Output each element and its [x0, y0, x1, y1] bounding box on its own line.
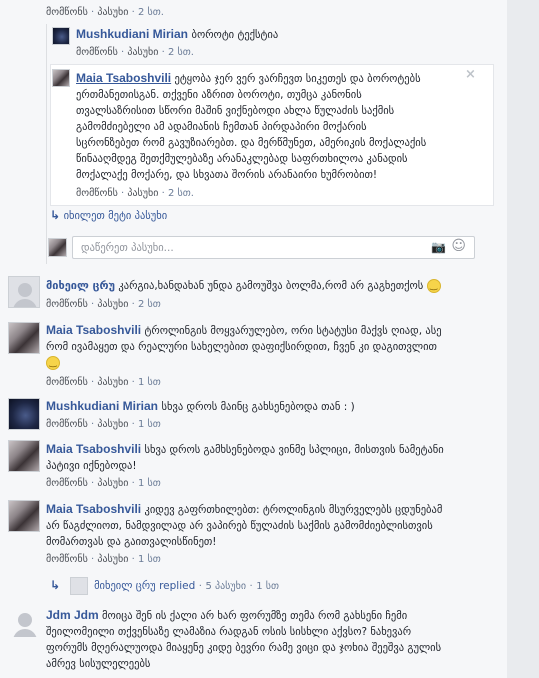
comment-2: Maia Tsaboshvili ტროლინგის მოყვარულებო, … [46, 322, 502, 371]
comment-author[interactable]: Maia Tsaboshvili [46, 502, 141, 516]
avatar[interactable] [8, 500, 40, 532]
comment-author[interactable]: Jdm Jdm [46, 608, 99, 622]
comment-text-line: არ წაგძლიოთ, ნამდვილად არ ვაპირებ წულაძი… [46, 520, 433, 532]
comment-4-meta: მომწონს · პასუხი · 1 სთ [46, 478, 161, 489]
avatar[interactable] [8, 398, 40, 430]
timestamp[interactable]: 1 სთ [138, 478, 161, 489]
reply-link[interactable]: პასუხი [97, 299, 128, 310]
reply-arrow-icon: ↳ [50, 208, 61, 222]
comment-5: Maia Tsaboshvili კიდევ გაფრთხილებთ: ტროლ… [46, 501, 502, 550]
thread-line [46, 24, 47, 264]
comment-author[interactable]: Maia Tsaboshvili [46, 323, 141, 337]
comment-text-line: ტროლინგის მოყვარულებო, ორი სტატუსი მაქვს… [144, 325, 442, 337]
avatar[interactable] [8, 606, 40, 638]
like-link[interactable]: მომწონს [46, 419, 88, 430]
timestamp[interactable]: 1 სთ [138, 377, 161, 388]
comment-author[interactable]: Maia Tsaboshvili [76, 71, 171, 85]
reply-2: Maia Tsaboshvili ეტყობა ჯერ ვერ ვარჩევთ … [76, 70, 460, 183]
reply-link[interactable]: პასუხი [127, 47, 158, 58]
comment-1-meta: მომწონს · პასუხი · 2 სთ [46, 299, 161, 310]
avatar[interactable] [52, 69, 70, 87]
comment-4: Maia Tsaboshvili სხვა დროს გამხსენებოდა … [46, 441, 502, 474]
reply-link[interactable]: პასუხი [97, 7, 128, 18]
close-icon[interactable]: × [465, 67, 476, 82]
smile-icon[interactable]: ☺ [451, 238, 466, 254]
comment-text-line: წინააღმდეგ შეთქმულებაზე არანაკლებად საფრ… [76, 153, 408, 165]
reply-link[interactable]: პასუხი [97, 419, 128, 430]
replies-summary[interactable]: ↳ მიხეილ ცრუ replied · 5 პასუხი · 1 სთ [50, 577, 279, 595]
comment-text-line: მოიცა შენ ის ქალი არ ხარ ფორუმზე თემა რო… [102, 610, 408, 622]
comment-author[interactable]: მიხეილ ცრუ [46, 279, 115, 292]
camera-icon[interactable]: 📷 [431, 240, 446, 254]
comment-1: მიხეილ ცრუ კარგია,ხანდახან უნდა გამოუშვა… [46, 278, 496, 294]
comment-text-line: მოქალაქე მოქარე, და სხვათა შორის არანაირ… [76, 169, 378, 181]
reply-link[interactable]: პასუხი [97, 478, 128, 489]
like-link[interactable]: მომწონს [46, 299, 88, 310]
comment-text: ბოროტი ტექსტია [191, 29, 279, 41]
comment-author[interactable]: Mushkudiani Mirian [46, 399, 158, 413]
like-link[interactable]: მომწონს [46, 554, 88, 565]
comment-text-line: თვალსაზრისით სწორი მაშინ ვიქნებოდი ახლა … [76, 105, 395, 117]
comment-3: Mushkudiani Mirian სხვა დროს მაინც გახსე… [46, 399, 355, 415]
comment-author[interactable]: Mushkudiani Mirian [76, 27, 188, 41]
comment-text-line: კიდევ გაფრთხილებთ: ტროლინგის მსურველებს … [144, 504, 443, 516]
timestamp[interactable]: 2 სთ. [138, 7, 164, 18]
like-link[interactable]: მომწონს [46, 7, 88, 18]
comment-text-line: მომართვას და გაითვალისწინეთ! [46, 536, 217, 548]
comment-text-line: ერთმანეთისგან. თქვენი აზრით ბოროტი, თუმც… [76, 89, 362, 101]
like-link[interactable]: მომწონს [76, 188, 118, 199]
comment-text-line: სცრონზებეთ რომ გავუზიარებთ. და მერწმუნეთ… [76, 137, 427, 149]
avatar [69, 577, 88, 595]
right-gutter [507, 0, 539, 678]
comment-text-line: ამრევ სისულელეებს [46, 658, 151, 670]
reply-arrow-icon: ↳ [50, 578, 61, 592]
more-replies-link[interactable]: ↳ იხილეთ მეტი პასუხი [50, 208, 167, 222]
like-link[interactable]: მომწონს [46, 478, 88, 489]
comment-2-meta: მომწონს · პასუხი · 1 სთ [46, 377, 161, 388]
reply-link[interactable]: პასუხი [97, 377, 128, 388]
comment-text-line: რომ ივამაყეთ და რეალური სახელებით დაფიქს… [46, 341, 437, 353]
comment-text-line: კარგია,ხანდახან უნდა გამოუშვა ბოლმა,რომ … [118, 280, 424, 292]
like-link[interactable]: მომწონს [76, 47, 118, 58]
avatar[interactable] [8, 322, 40, 354]
avatar[interactable] [52, 27, 70, 45]
reply-1: Mushkudiani Mirian ბოროტი ტექსტია [76, 27, 278, 43]
comment-text-line: ეტყობა ჯერ ვერ ვარჩევთ სიკეთეს და ბოროტე… [174, 73, 421, 85]
comment-author[interactable]: Maia Tsaboshvili [46, 442, 141, 456]
reply-1-meta: მომწონს · პასუხი · 2 სთ. [76, 47, 194, 58]
comment-text-line: შეილომეილი თქვენსაზე ლამაზია რადგან ოსის… [46, 626, 412, 638]
reply-input[interactable]: დაწერეთ პასუხი... 📷 ☺ [72, 236, 475, 259]
avatar [48, 238, 67, 257]
comment-text-line: ფორუმს მღერალუოდა მიაყენე კიდე ბევრი რამ… [46, 642, 442, 654]
reply-link[interactable]: პასუხი [97, 554, 128, 565]
reply-link[interactable]: პასუხი [127, 188, 158, 199]
smile-emoji-icon: ‿ [46, 356, 60, 370]
reply-2-meta: მომწონს · პასუხი · 2 სთ. [76, 188, 194, 199]
timestamp[interactable]: 1 სთ [138, 554, 161, 565]
avatar[interactable] [8, 276, 40, 308]
comment-6: Jdm Jdm მოიცა შენ ის ქალი არ ხარ ფორუმზე… [46, 607, 502, 672]
timestamp[interactable]: 2 სთ. [168, 188, 194, 199]
timestamp[interactable]: 1 სთ [138, 419, 161, 430]
comment-text-line: სხვა დროს მაინც გახსენებოდა თან : ) [161, 401, 355, 413]
comment-text-line: პატივი იქნებოდა! [46, 460, 137, 472]
comment-3-meta: მომწონს · პასუხი · 1 სთ [46, 419, 161, 430]
timestamp[interactable]: 2 სთ. [168, 47, 194, 58]
comment-text-line: სხვა დროს გამხსენებოდა ვინმე სპლიცი, მის… [144, 444, 444, 456]
smile-emoji-icon: ‿ [426, 279, 441, 293]
timestamp[interactable]: 2 სთ [138, 299, 161, 310]
comment-text-line: გამომძიებელი ამ ადამიანის ჩემთან პირდაპი… [76, 121, 367, 133]
top-comment-meta: მომწონს · პასუხი · 2 სთ. [46, 7, 164, 18]
timestamp: 1 სთ [256, 581, 279, 592]
reply-count: 5 პასუხი [205, 581, 246, 592]
reply-author[interactable]: მიხეილ ცრუ [94, 580, 156, 592]
avatar[interactable] [8, 440, 40, 472]
like-link[interactable]: მომწონს [46, 377, 88, 388]
comment-5-meta: მომწონს · პასუხი · 1 სთ [46, 554, 161, 565]
